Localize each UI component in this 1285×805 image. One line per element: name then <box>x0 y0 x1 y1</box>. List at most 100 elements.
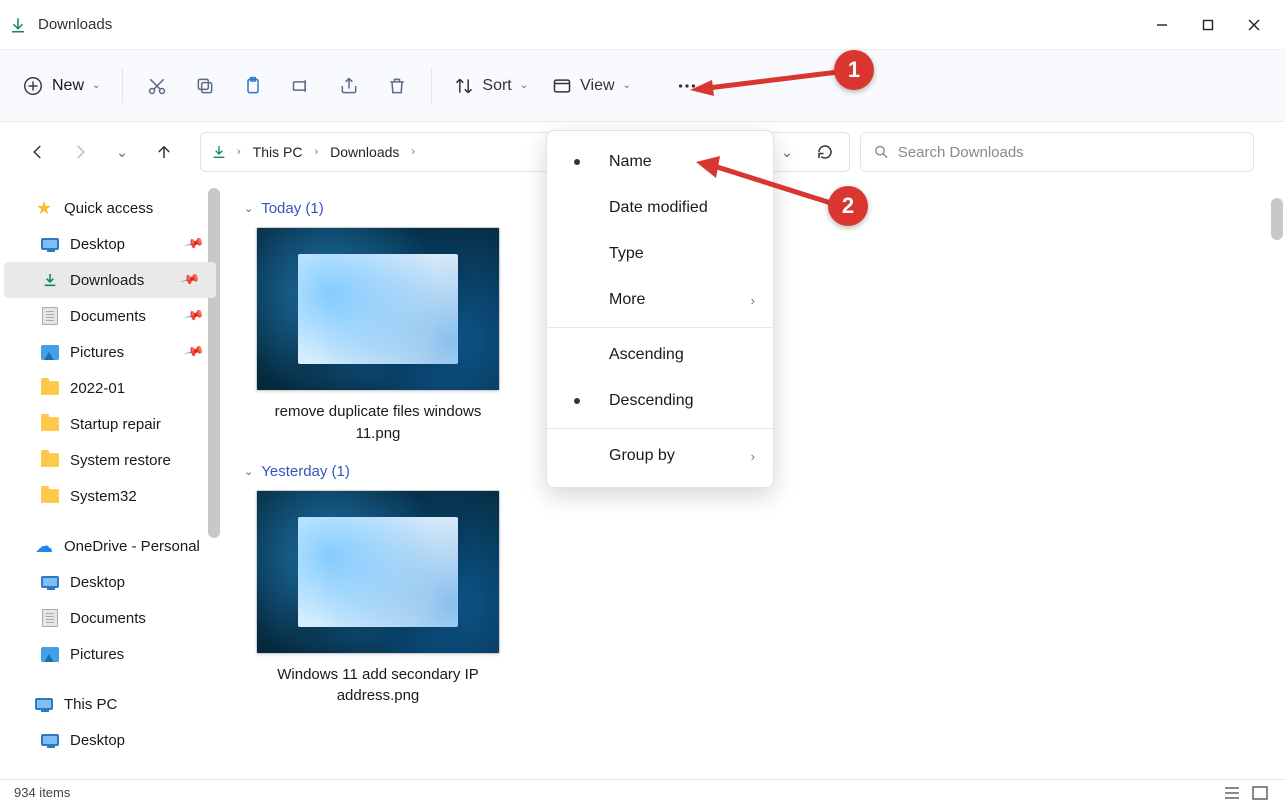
sidebar-item-desktop[interactable]: Desktop <box>0 564 220 600</box>
file-item[interactable]: remove duplicate files windows 11.png <box>256 227 500 445</box>
share-button[interactable] <box>327 64 371 108</box>
sidebar-item-pictures[interactable]: Pictures📌 <box>0 334 220 370</box>
sort-label: Sort <box>482 77 511 95</box>
search-icon <box>873 143 890 161</box>
location-icon <box>205 144 233 160</box>
sort-option-type[interactable]: Type <box>547 231 773 277</box>
chevron-down-icon: ⌄ <box>92 80 100 91</box>
folder-icon <box>40 451 60 469</box>
sidebar-item-desktop[interactable]: Desktop <box>0 722 220 758</box>
command-bar: New ⌄ Sort ⌄ View ⌄ <box>0 50 1285 122</box>
sidebar-item-folder[interactable]: System32 <box>0 478 220 514</box>
chevron-down-icon: ⌄ <box>520 80 528 91</box>
thumbnail <box>256 227 500 391</box>
view-button[interactable]: View ⌄ <box>542 70 641 102</box>
view-icon <box>552 76 572 96</box>
maximize-button[interactable] <box>1185 5 1231 45</box>
copy-button[interactable] <box>183 64 227 108</box>
desktop-icon <box>40 731 60 749</box>
new-label: New <box>52 77 84 95</box>
file-name: Windows 11 add secondary IP address.png <box>256 664 500 708</box>
sort-option-descending[interactable]: Descending <box>547 378 773 424</box>
view-label: View <box>580 77 614 95</box>
chevron-right-icon: › <box>751 449 755 464</box>
breadcrumb-downloads[interactable]: Downloads <box>322 140 407 164</box>
pin-icon: 📌 <box>183 341 205 363</box>
sort-option-ascending[interactable]: Ascending <box>547 332 773 378</box>
back-button[interactable] <box>18 132 58 172</box>
desktop-icon <box>40 573 60 591</box>
chevron-right-icon[interactable]: › <box>409 146 417 158</box>
cut-button[interactable] <box>135 64 179 108</box>
breadcrumb-this-pc[interactable]: This PC <box>245 140 311 164</box>
sort-button[interactable]: Sort ⌄ <box>444 70 538 102</box>
separator <box>431 69 432 103</box>
sidebar-item-pictures[interactable]: Pictures <box>0 636 220 672</box>
paste-button[interactable] <box>231 64 275 108</box>
forward-button[interactable] <box>60 132 100 172</box>
sidebar-item-folder[interactable]: 2022-01 <box>0 370 220 406</box>
documents-icon <box>40 307 60 325</box>
new-button[interactable]: New ⌄ <box>12 69 110 103</box>
sort-option-groupby[interactable]: Group by› <box>547 433 773 479</box>
star-icon: ★ <box>34 199 54 217</box>
chevron-down-icon: ⌄ <box>244 202 253 215</box>
sidebar-item-documents[interactable]: Documents <box>0 600 220 636</box>
search-input[interactable] <box>898 144 1241 161</box>
close-button[interactable] <box>1231 5 1277 45</box>
sidebar-item-folder[interactable]: Startup repair <box>0 406 220 442</box>
chevron-down-icon: ⌄ <box>623 80 631 91</box>
selected-indicator-icon <box>574 398 580 404</box>
search-box[interactable] <box>860 132 1254 172</box>
annotation-arrow-1 <box>688 62 848 102</box>
cloud-icon: ☁ <box>34 537 54 555</box>
documents-icon <box>40 609 60 627</box>
downloads-icon <box>40 271 60 289</box>
chevron-right-icon: › <box>751 293 755 308</box>
sidebar-item-desktop[interactable]: Desktop📌 <box>0 226 220 262</box>
minimize-button[interactable] <box>1139 5 1185 45</box>
pin-icon: 📌 <box>179 269 201 291</box>
sidebar-item-downloads[interactable]: Downloads📌 <box>4 262 216 298</box>
rename-button[interactable] <box>279 64 323 108</box>
sort-option-more[interactable]: More› <box>547 277 773 323</box>
up-button[interactable] <box>144 132 184 172</box>
pictures-icon <box>40 343 60 361</box>
chevron-right-icon[interactable]: › <box>235 146 243 158</box>
sidebar-item-documents[interactable]: Documents📌 <box>0 298 220 334</box>
separator <box>547 327 773 328</box>
separator <box>547 428 773 429</box>
thumbnail <box>256 490 500 654</box>
selected-indicator-icon <box>574 159 580 165</box>
chevron-down-icon: ⌄ <box>244 465 253 478</box>
pictures-icon <box>40 645 60 663</box>
sidebar-item-quick-access[interactable]: ★Quick access <box>0 190 220 226</box>
pin-icon: 📌 <box>183 305 205 327</box>
titlebar: Downloads <box>0 0 1285 50</box>
details-view-button[interactable] <box>1221 784 1243 802</box>
annotation-arrow-2 <box>694 152 844 222</box>
annotation-badge-2: 2 <box>828 186 868 226</box>
window-title: Downloads <box>38 16 112 33</box>
pc-icon <box>34 695 54 713</box>
folder-icon <box>40 487 60 505</box>
folder-icon <box>40 415 60 433</box>
sidebar-item-onedrive[interactable]: ☁OneDrive - Personal <box>0 528 220 564</box>
delete-button[interactable] <box>375 64 419 108</box>
scrollbar[interactable] <box>1271 198 1283 240</box>
folder-app-icon <box>8 15 28 35</box>
sidebar-item-this-pc[interactable]: This PC <box>0 686 220 722</box>
annotation-badge-1: 1 <box>834 50 874 90</box>
sidebar-item-folder[interactable]: System restore <box>0 442 220 478</box>
desktop-icon <box>40 235 60 253</box>
file-item[interactable]: Windows 11 add secondary IP address.png <box>256 490 500 708</box>
chevron-right-icon[interactable]: › <box>312 146 320 158</box>
recent-button[interactable]: ⌄ <box>102 132 142 172</box>
sort-icon <box>454 76 474 96</box>
thumbnails-view-button[interactable] <box>1249 784 1271 802</box>
status-bar: 934 items <box>0 779 1285 805</box>
file-name: remove duplicate files windows 11.png <box>256 401 500 445</box>
navigation-pane: ★Quick access Desktop📌 Downloads📌 Docume… <box>0 182 220 779</box>
pin-icon: 📌 <box>183 233 205 255</box>
status-item-count: 934 items <box>14 785 70 800</box>
